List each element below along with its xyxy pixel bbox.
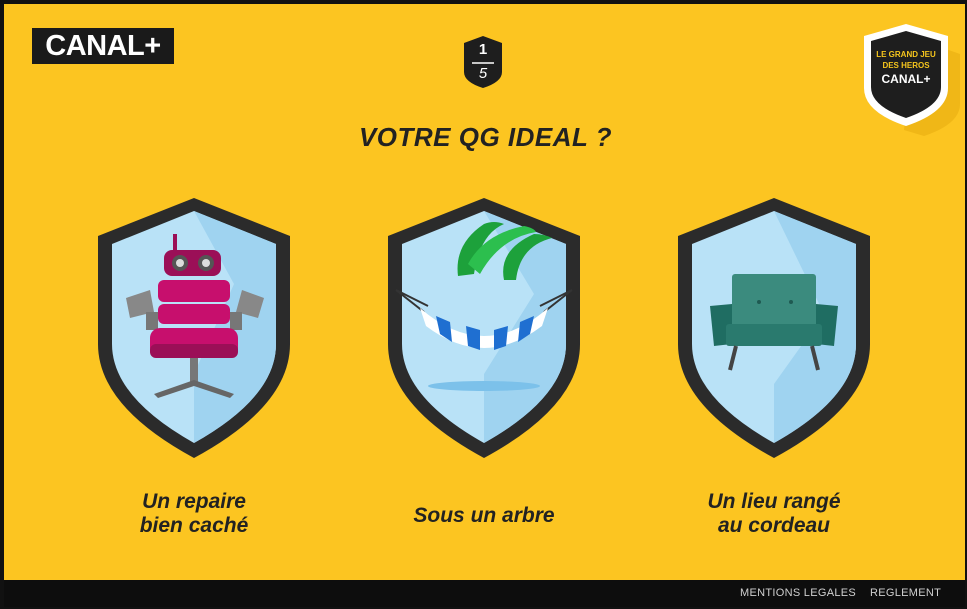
answer-option-3[interactable]: Un lieu rangé au cordeau <box>674 194 874 544</box>
legal-notice-link[interactable]: MENTIONS LEGALES <box>740 587 856 599</box>
answer-label-1: Un repaire bien caché <box>139 490 249 537</box>
badge-line2: DES HEROS <box>882 61 930 70</box>
quiz-stage: CANAL+ 1 5 LE GRAND JEU DES HEROS CANAL+… <box>4 4 965 580</box>
armchair-robot-icon <box>98 198 290 458</box>
answer-label-2: Sous un arbre <box>413 504 555 527</box>
progress-current: 1 <box>478 41 488 58</box>
question-title: VOTRE QG IDEAL ? <box>358 122 613 152</box>
footer-bar: MENTIONS LEGALES REGLEMENT <box>4 580 965 607</box>
answer-label-3: Un lieu rangé au cordeau <box>707 490 841 537</box>
grand-jeu-badge: LE GRAND JEU DES HEROS CANAL+ <box>864 24 960 136</box>
armchair-icon <box>678 198 870 458</box>
progress-total: 5 <box>478 65 488 82</box>
hammock-palm-icon <box>388 198 580 458</box>
question-progress: 1 5 <box>462 34 504 90</box>
canal-plus-logo[interactable]: CANAL+ <box>32 28 174 64</box>
badge-line1: LE GRAND JEU <box>876 50 936 59</box>
answer-option-2[interactable]: Sous un arbre <box>384 194 584 544</box>
app-window: CANAL+ 1 5 LE GRAND JEU DES HEROS CANAL+… <box>0 0 967 609</box>
badge-line3: CANAL+ <box>881 72 931 86</box>
answer-option-1[interactable]: Un repaire bien caché <box>94 194 294 544</box>
rules-link[interactable]: REGLEMENT <box>870 587 941 599</box>
